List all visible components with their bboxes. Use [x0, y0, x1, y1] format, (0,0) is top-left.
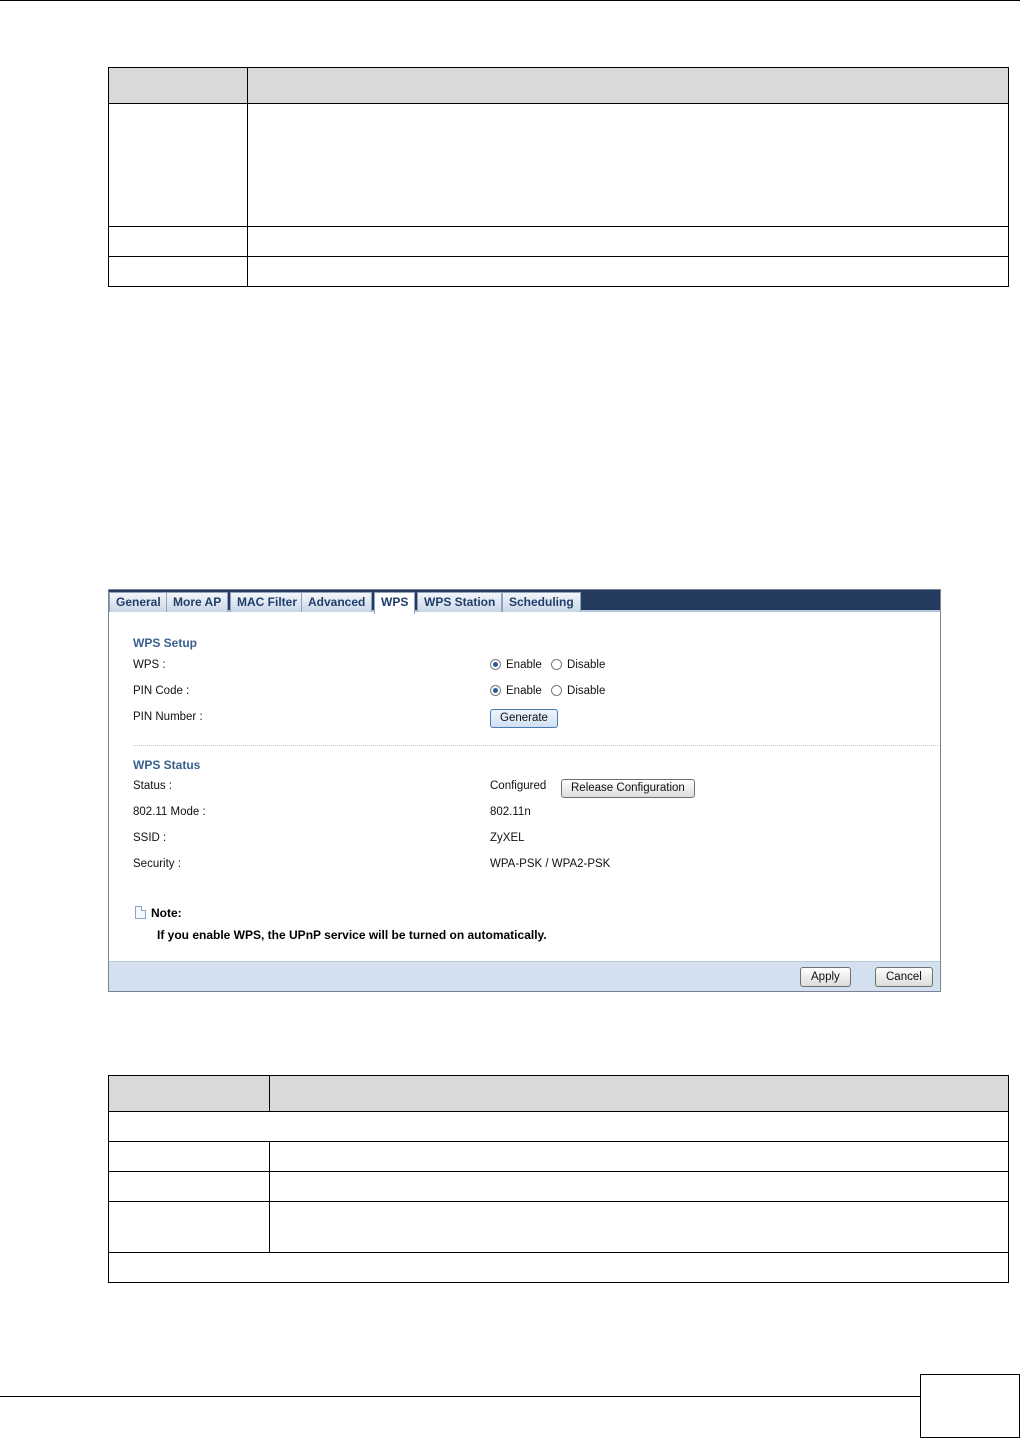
table-row [108, 1201, 1009, 1253]
table-row [108, 256, 1009, 287]
wps-enable-radio[interactable] [490, 659, 501, 670]
wps-enable-label: Enable [506, 659, 542, 671]
wps-status-title: WPS Status [133, 758, 201, 772]
tab-bar: General More AP MAC Filter Advanced WPS … [109, 590, 940, 614]
mode-value: 802.11n [490, 806, 531, 818]
pin-code-enable-label: Enable [506, 685, 542, 697]
note-title: Note: [151, 906, 182, 920]
button-bar: Apply Cancel [109, 961, 940, 991]
table-row [108, 103, 1009, 227]
tab-mac-filter[interactable]: MAC Filter [230, 592, 304, 612]
wps-disable-label: Disable [567, 659, 606, 671]
tab-more-ap[interactable]: More AP [166, 592, 229, 612]
doc-table-upper [108, 67, 1009, 287]
table-row [108, 1171, 1009, 1202]
table-header-row [108, 1075, 1009, 1112]
section-divider [133, 745, 940, 746]
pin-number-label: PIN Number : [133, 711, 203, 723]
status-label: Status : [133, 780, 172, 792]
cancel-button[interactable]: Cancel [875, 967, 933, 987]
pin-code-label: PIN Code : [133, 685, 190, 697]
doc-table-lower [108, 1075, 1009, 1283]
table-row [108, 1141, 1009, 1172]
status-value: Configured [490, 780, 547, 792]
wps-setup-title: WPS Setup [133, 636, 198, 650]
generate-wrap: Generate [490, 709, 558, 728]
apply-button[interactable]: Apply [800, 967, 851, 987]
table-row [108, 226, 1009, 257]
note-text: If you enable WPS, the UPnP service will… [157, 928, 547, 942]
generate-button[interactable]: Generate [490, 709, 558, 728]
pin-code-enable-radio[interactable] [490, 685, 501, 696]
tab-wps-station[interactable]: WPS Station [417, 592, 503, 612]
tab-general[interactable]: General [109, 592, 168, 612]
note-icon [135, 906, 146, 919]
footer-rule [0, 1396, 1020, 1397]
wps-screen: General More AP MAC Filter Advanced WPS … [108, 589, 941, 992]
wps-radio-group: Enable Disable [490, 659, 611, 671]
table-row [108, 1111, 1009, 1142]
tab-wps[interactable]: WPS [374, 592, 416, 614]
tab-advanced[interactable]: Advanced [301, 592, 373, 612]
security-value: WPA-PSK / WPA2-PSK [490, 858, 611, 870]
status-value-wrap: Configured [490, 780, 546, 792]
release-configuration-button[interactable]: Release Configuration [561, 779, 695, 798]
tab-scheduling[interactable]: Scheduling [502, 592, 581, 612]
ssid-label: SSID : [133, 832, 167, 844]
release-wrap: Release Configuration [561, 779, 695, 798]
mode-label: 802.11 Mode : [133, 806, 206, 818]
page-number-box [920, 1374, 1020, 1438]
wps-label: WPS : [133, 659, 166, 671]
table-header-row [108, 67, 1009, 104]
header-rule [0, 0, 1020, 1]
pin-code-disable-radio[interactable] [551, 685, 563, 696]
wps-disable-radio[interactable] [551, 659, 563, 670]
pin-code-radio-group: Enable Disable [490, 685, 611, 697]
table-row [108, 1252, 1009, 1283]
security-label: Security : [133, 858, 181, 870]
ssid-value: ZyXEL [490, 832, 525, 844]
pin-code-disable-label: Disable [567, 685, 606, 697]
